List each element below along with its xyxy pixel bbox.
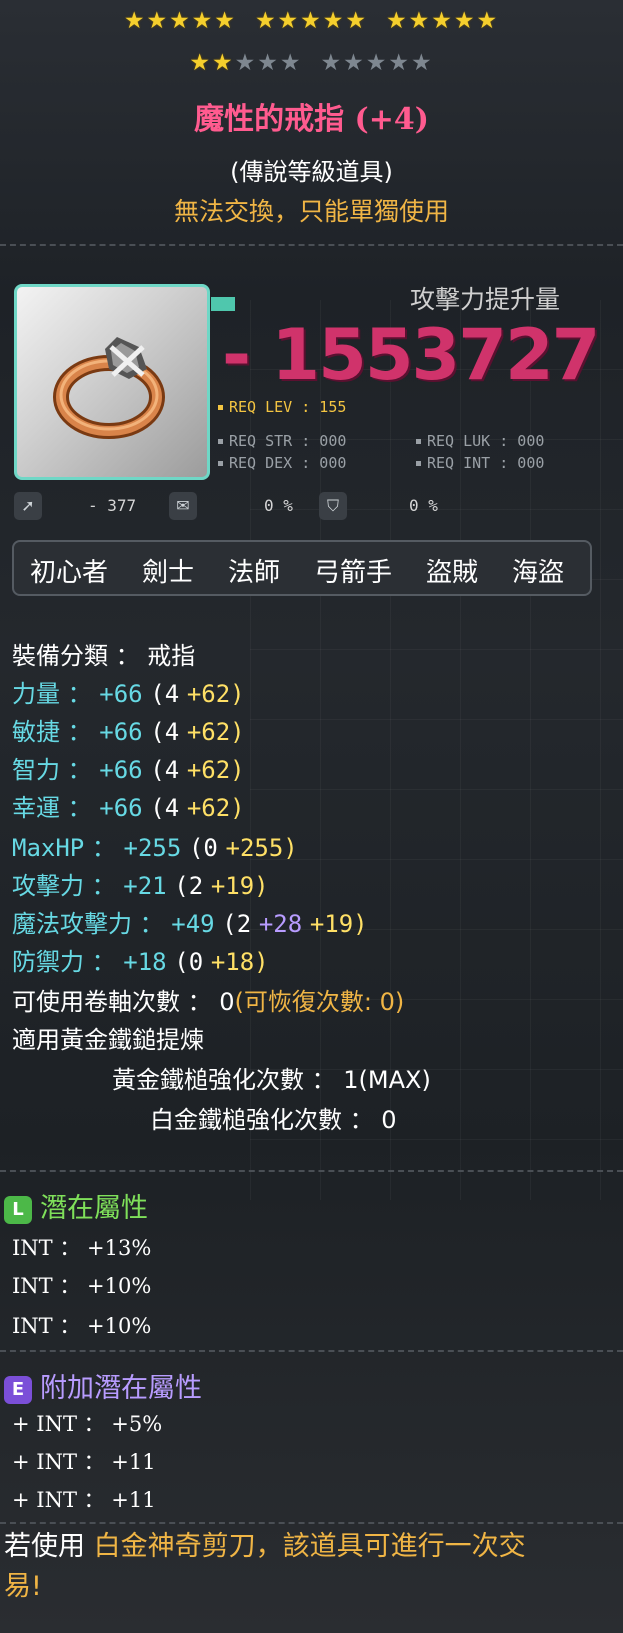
additional-potential-line-2: + INT ： +11: [12, 1450, 156, 1474]
star-force-row-1: ★★★★★ ★★★★★ ★★★★★: [123, 8, 500, 34]
stat-str: 力量 ： +66 (4 +62): [12, 680, 245, 708]
quick-stat-2: 0 %: [264, 496, 293, 515]
req-int: REQ INT : 000: [416, 454, 544, 472]
platinum-hammer-count: 白金鐵槌強化次數 ： 0: [150, 1106, 397, 1134]
attack-change-label: 攻擊力提升量: [410, 285, 561, 314]
ribbon-tag: [211, 297, 235, 311]
legendary-grade-icon: L: [4, 1195, 32, 1224]
divider: [0, 1522, 623, 1524]
quick-stat-3: 0 %: [409, 496, 438, 515]
scroll-slots: 可使用卷軸次數 ： 0(可恢復次數: 0): [12, 988, 405, 1016]
scissors-notice: 若使用 白金神奇剪刀，該道具可進行一次交 易!: [4, 1531, 526, 1602]
quick-stats: ➚ - 377 ✉ 0 % ⛉ 0 %: [14, 490, 614, 526]
potential-header: L 潛在屬性: [4, 1186, 148, 1224]
req-dex: REQ DEX : 000: [218, 454, 346, 472]
item-icon-frame: [14, 284, 235, 480]
additional-potential-line-3: + INT ： +11: [12, 1488, 156, 1512]
req-luk: REQ LUK : 000: [416, 432, 544, 450]
item-grade: (傳說等級道具): [230, 158, 393, 186]
stat-int: 智力 ： +66 (4 +62): [12, 756, 245, 784]
job-archer: 弓箭手: [314, 558, 393, 588]
item-name: 魔性的戒指 (+4): [194, 102, 429, 137]
potential-line-2: INT ： +10%: [12, 1274, 152, 1298]
quick-stat-1: - 377: [88, 496, 137, 515]
divider: [0, 1350, 623, 1352]
gold-hammer-count: 黃金鐵槌強化次數 ： 1(MAX): [112, 1066, 431, 1094]
epic-grade-icon: E: [4, 1375, 32, 1404]
req-level: REQ LEV : 155: [218, 398, 346, 416]
job-pirate: 海盜: [512, 558, 565, 588]
additional-potential-header: E 附加潛在屬性: [4, 1366, 202, 1404]
trade-restriction: 無法交換，只能單獨使用: [173, 197, 449, 226]
additional-potential-line-1: + INT ： +5%: [12, 1412, 163, 1436]
stat-luk: 幸運 ： +66 (4 +62): [12, 794, 245, 822]
divider: [0, 1170, 623, 1172]
potential-line-3: INT ： +10%: [12, 1314, 152, 1338]
stat-defense: 防禦力 ： +18 (0 +18): [12, 948, 269, 976]
stat-dex: 敏捷 ： +66 (4 +62): [12, 718, 245, 746]
req-str: REQ STR : 000: [218, 432, 346, 450]
star-force-row-2: ★★★★★ ★★★★★: [189, 50, 434, 76]
defense-ignore-icon: ✉: [169, 492, 197, 520]
job-magician: 法師: [228, 558, 281, 588]
potential-line-1: INT ： +13%: [12, 1236, 152, 1260]
ring-icon: [53, 337, 165, 439]
stat-maxhp: MaxHP ： +255 (0 +255): [12, 834, 298, 862]
job-beginner: 初心者: [30, 558, 109, 588]
hammer-applicable: 適用黃金鐵鎚提煉: [12, 1026, 204, 1054]
job-list: 初心者 劍士 法師 弓箭手 盜賊 海盜: [12, 540, 592, 596]
stat-magic-attack: 魔法攻擊力 ： +49 (2 +28 +19): [12, 910, 368, 938]
divider: [0, 244, 623, 246]
stat-attack: 攻擊力 ： +21 (2 +19): [12, 872, 269, 900]
item-tooltip: ★★★★★ ★★★★★ ★★★★★ ★★★★★ ★★★★★ 魔性的戒指 (+4) (傳…: [0, 0, 623, 1633]
job-warrior: 劍士: [142, 558, 195, 588]
equip-category: 裝備分類 ： 戒指: [12, 642, 196, 670]
attack-change-value: - 1553727: [222, 314, 600, 396]
shield-icon: ⛉: [319, 492, 347, 520]
job-thief: 盜賊: [426, 558, 479, 588]
boss-damage-icon: ➚: [14, 492, 42, 520]
